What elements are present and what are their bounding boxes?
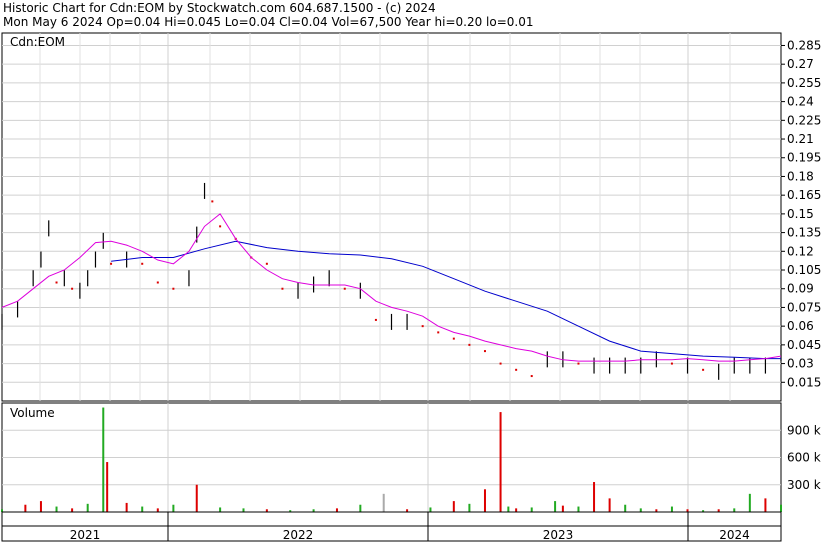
- volume-bar: [102, 407, 105, 512]
- y-tick-label: 0.03: [787, 357, 814, 371]
- y-tick-label: 0.195: [787, 151, 821, 165]
- volume-bar: [515, 508, 518, 512]
- volume-bar: [71, 508, 74, 512]
- price-point: [670, 362, 673, 365]
- volume-bar: [106, 462, 109, 512]
- volume-bar: [468, 503, 471, 512]
- volume-title: Volume: [10, 406, 55, 420]
- y-tick-label: 0.075: [787, 300, 821, 314]
- y-tick-label: 0.255: [787, 76, 821, 90]
- volume-bar: [125, 502, 128, 512]
- price-panel: 0.015 0.03 0.045 0.06 0.075 0.09 0.105 0.12 0.13…: [1, 32, 821, 402]
- volume-tick-label: 600 k: [787, 451, 821, 465]
- price-point: [172, 287, 175, 290]
- price-point: [265, 262, 268, 265]
- price-point: [483, 350, 486, 353]
- y-tick-label: 0.285: [787, 38, 821, 52]
- volume-bar: [507, 506, 510, 512]
- x-axis: 2021 2022 2023 2024: [1, 511, 782, 542]
- volume-bar: [593, 482, 596, 512]
- price-point: [468, 343, 471, 346]
- price-point: [437, 331, 440, 334]
- volume-bar: [577, 506, 580, 512]
- price-point: [702, 368, 705, 371]
- y-tick-label: 0.06: [787, 319, 814, 333]
- price-point: [141, 262, 144, 265]
- price-point: [343, 287, 346, 290]
- price-point: [71, 287, 74, 290]
- volume-bar: [24, 504, 27, 512]
- y-tick-label: 0.15: [787, 207, 814, 221]
- price-point: [374, 318, 377, 321]
- year-label: 2024: [719, 528, 750, 542]
- volume-panel: 300 k 600 k 900 k Volume: [1, 402, 821, 513]
- volume-tick-label: 300 k: [787, 478, 821, 492]
- volume-bar: [359, 504, 362, 512]
- volume-bar: [195, 484, 198, 512]
- y-tick-label: 0.165: [787, 188, 821, 202]
- price-point: [281, 287, 284, 290]
- volume-bar: [733, 508, 736, 512]
- volume-bar: [55, 506, 58, 512]
- volume-bar: [499, 412, 502, 512]
- y-tick-label: 0.21: [787, 132, 814, 146]
- volume-tick-label: 900 k: [787, 423, 821, 437]
- volume-bar: [639, 508, 642, 512]
- price-point: [530, 375, 533, 378]
- volume-bar: [554, 501, 557, 512]
- y-tick-label: 0.18: [787, 169, 814, 183]
- price-point: [499, 362, 502, 365]
- volume-bar: [624, 504, 627, 512]
- volume-bar: [670, 506, 673, 512]
- volume-bar: [561, 505, 564, 512]
- volume-bar: [335, 508, 338, 512]
- y-tick-label: 0.015: [787, 375, 821, 389]
- volume-bar: [429, 507, 432, 512]
- year-label: 2023: [543, 528, 574, 542]
- volume-bar: [530, 507, 533, 512]
- price-point: [421, 325, 424, 328]
- volume-bar: [219, 507, 222, 512]
- price-point: [55, 281, 58, 284]
- volume-bar: [608, 498, 611, 512]
- volume-bar: [483, 489, 486, 512]
- chart-title: Cdn:EOM: [10, 35, 65, 49]
- year-label: 2021: [70, 528, 101, 542]
- volume-bar: [382, 493, 385, 512]
- volume-bar: [156, 508, 159, 512]
- price-point: [156, 281, 159, 284]
- volume-bar: [172, 504, 175, 512]
- stock-chart: 0.015 0.03 0.045 0.06 0.075 0.09 0.105 0.12 0.13…: [1, 32, 821, 542]
- y-tick-label: 0.135: [787, 226, 821, 240]
- volume-bar: [780, 504, 782, 512]
- volume-bar: [242, 508, 245, 512]
- y-tick-label: 0.27: [787, 57, 814, 71]
- y-tick-label: 0.225: [787, 113, 821, 127]
- y-tick-label: 0.09: [787, 282, 814, 296]
- year-label: 2022: [283, 528, 314, 542]
- price-point: [515, 368, 518, 371]
- y-tick-label: 0.12: [787, 244, 814, 258]
- volume-bar: [39, 501, 42, 512]
- volume-bar: [141, 506, 144, 512]
- volume-bar: [748, 493, 751, 512]
- y-tick-label: 0.105: [787, 263, 821, 277]
- price-point: [110, 262, 113, 265]
- volume-bar: [764, 498, 767, 512]
- y-tick-label: 0.24: [787, 95, 814, 109]
- price-point: [452, 337, 455, 340]
- volume-bar: [452, 501, 455, 512]
- y-tick-label: 0.045: [787, 338, 821, 352]
- price-point: [211, 200, 214, 203]
- price-frame: [1, 32, 782, 402]
- price-point: [219, 225, 222, 228]
- price-point: [577, 362, 580, 365]
- volume-bar: [86, 503, 89, 512]
